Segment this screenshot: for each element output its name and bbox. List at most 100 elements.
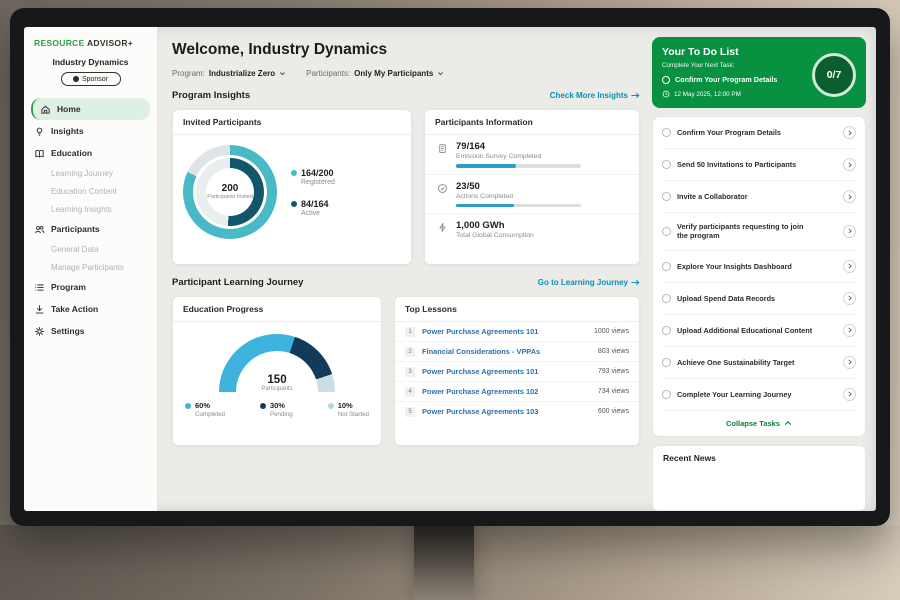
checkbox-icon[interactable] <box>662 76 670 84</box>
task-row[interactable]: Verify participants requesting to join t… <box>662 213 856 251</box>
go-to-learning-journey-link[interactable]: Go to Learning Journey <box>538 278 640 287</box>
learning-cards-row: Education Progress 150 Participants <box>172 296 640 446</box>
sidebar-item-program[interactable]: Program <box>24 276 157 298</box>
checkbox-icon[interactable] <box>662 160 671 169</box>
recent-news-title: Recent News <box>663 453 716 463</box>
actions-icon <box>437 183 448 194</box>
task-label: Invite a Collaborator <box>677 192 815 201</box>
sidebar-item-learning-insights[interactable]: Learning Insights <box>24 200 157 218</box>
filters-row: Program: Industrialize Zero Participants… <box>172 69 640 78</box>
checkbox-icon[interactable] <box>662 358 671 367</box>
legend-label: Pending <box>270 411 293 418</box>
task-row[interactable]: Upload Spend Data Records <box>662 283 856 315</box>
clock-icon <box>662 90 670 98</box>
task-row[interactable]: Confirm Your Program Details <box>662 117 856 149</box>
lesson-link[interactable]: Power Purchase Agreements 101 <box>422 327 587 336</box>
legend-registered: 164/200 Registered <box>291 168 335 186</box>
chevron-right-icon[interactable] <box>843 158 856 171</box>
participants-value: Only My Participants <box>354 69 433 78</box>
info-row-consumption: 1,000 GWh Total Global Consumption <box>425 213 639 245</box>
chevron-right-icon[interactable] <box>843 356 856 369</box>
participants-icon <box>34 224 45 235</box>
legend-active: 84/164 Active <box>291 199 335 217</box>
chevron-right-icon[interactable] <box>843 190 856 203</box>
checkbox-icon[interactable] <box>662 128 671 137</box>
sidebar-item-participants[interactable]: Participants <box>24 218 157 240</box>
due-date: 12 May 2025, 12:00 PM <box>674 91 741 98</box>
chevron-down-icon <box>437 70 444 77</box>
task-label: Send 50 Invitations to Participants <box>677 160 815 169</box>
program-dropdown[interactable]: Program: Industrialize Zero <box>172 69 286 78</box>
app-logo: RESOURCE ADVISOR+ <box>24 35 157 55</box>
legend-value: 84/164 <box>301 199 329 209</box>
sidebar-item-home[interactable]: Home <box>31 98 150 120</box>
checkbox-icon[interactable] <box>662 262 671 271</box>
sidebar-item-manage-participants[interactable]: Manage Participants <box>24 258 157 276</box>
sidebar-item-insights[interactable]: Insights <box>24 120 157 142</box>
todo-next-task[interactable]: Confirm Your Program Details <box>662 75 812 84</box>
sidebar-item-education-content[interactable]: Education Content <box>24 182 157 200</box>
lesson-link[interactable]: Power Purchase Agreements 101 <box>422 367 591 376</box>
task-row[interactable]: Explore Your Insights Dashboard <box>662 251 856 283</box>
checkbox-icon[interactable] <box>662 227 671 236</box>
task-row[interactable]: Upload Additional Educational Content <box>662 315 856 347</box>
lesson-row[interactable]: 5 Power Purchase Agreements 103 600 view… <box>395 401 639 421</box>
lesson-link[interactable]: Power Purchase Agreements 103 <box>422 407 591 416</box>
top-lessons-card: Top Lessons 1 Power Purchase Agreements … <box>394 296 640 446</box>
task-row[interactable]: Complete Your Learning Journey <box>662 379 856 411</box>
insights-icon <box>34 126 45 137</box>
lesson-row[interactable]: 1 Power Purchase Agreements 101 1000 vie… <box>395 322 639 341</box>
sidebar-item-label: Settings <box>51 326 85 336</box>
sponsor-label: Sponsor <box>82 76 108 83</box>
checkbox-icon[interactable] <box>662 192 671 201</box>
chevron-right-icon[interactable] <box>843 388 856 401</box>
lesson-row[interactable]: 3 Power Purchase Agreements 101 793 view… <box>395 361 639 381</box>
legend-label: Registered <box>301 179 335 186</box>
legend-value: 60% <box>195 401 210 410</box>
task-label: Upload Spend Data Records <box>677 294 815 303</box>
lesson-row[interactable]: 4 Power Purchase Agreements 102 734 view… <box>395 381 639 401</box>
checkbox-icon[interactable] <box>662 390 671 399</box>
donut-center-label: Participants Invited <box>207 194 253 201</box>
task-row[interactable]: Invite a Collaborator <box>662 181 856 213</box>
legend-label: Not Started <box>338 411 369 418</box>
sidebar-item-settings[interactable]: Settings <box>24 320 157 342</box>
collapse-tasks-button[interactable]: Collapse Tasks <box>662 411 856 436</box>
next-task-label: Confirm Your Program Details <box>675 75 777 84</box>
chevron-right-icon[interactable] <box>843 225 856 238</box>
todo-task-list: Confirm Your Program Details Send 50 Inv… <box>652 116 866 437</box>
monitor-bezel: RESOURCE ADVISOR+ Industry Dynamics Spon… <box>10 8 890 526</box>
chevron-right-icon[interactable] <box>843 260 856 273</box>
sidebar-item-take-action[interactable]: Take Action <box>24 298 157 320</box>
education-progress-card: Education Progress 150 Participants <box>172 296 382 446</box>
legend-dot-not-started <box>328 403 334 409</box>
info-value: 1,000 GWh <box>456 220 534 231</box>
sidebar-item-education[interactable]: Education <box>24 142 157 164</box>
lesson-views: 803 views <box>598 348 629 355</box>
chevron-right-icon[interactable] <box>843 126 856 139</box>
checkbox-icon[interactable] <box>662 326 671 335</box>
task-row[interactable]: Send 50 Invitations to Participants <box>662 149 856 181</box>
chevron-right-icon[interactable] <box>843 324 856 337</box>
participants-dropdown[interactable]: Participants: Only My Participants <box>306 69 444 78</box>
sidebar-item-general-data[interactable]: General Data <box>24 240 157 258</box>
gauge-center-value: 150 <box>219 374 335 386</box>
lesson-row[interactable]: 2 Financial Considerations - VPPAs 803 v… <box>395 341 639 361</box>
section-title-program-insights: Program Insights <box>172 90 250 101</box>
sponsor-badge[interactable]: Sponsor <box>61 72 121 86</box>
arrow-right-icon <box>631 279 640 286</box>
check-more-insights-link[interactable]: Check More Insights <box>550 91 640 100</box>
checkbox-icon[interactable] <box>662 294 671 303</box>
logo-text-primary: RESOURCE <box>34 38 85 48</box>
lesson-link[interactable]: Power Purchase Agreements 102 <box>422 387 591 396</box>
chevron-right-icon[interactable] <box>843 292 856 305</box>
lesson-link[interactable]: Financial Considerations - VPPAs <box>422 347 591 356</box>
sidebar-item-learning-journey[interactable]: Learning Journey <box>24 164 157 182</box>
lesson-rank: 1 <box>405 327 415 337</box>
task-row[interactable]: Achieve One Sustainability Target <box>662 347 856 379</box>
sidebar-item-label: Participants <box>51 224 100 234</box>
arrow-right-icon <box>631 92 640 99</box>
lesson-rank: 2 <box>405 347 415 357</box>
todo-progress-ring: 0/7 <box>812 53 856 97</box>
recent-news-header: Recent News <box>652 445 866 511</box>
